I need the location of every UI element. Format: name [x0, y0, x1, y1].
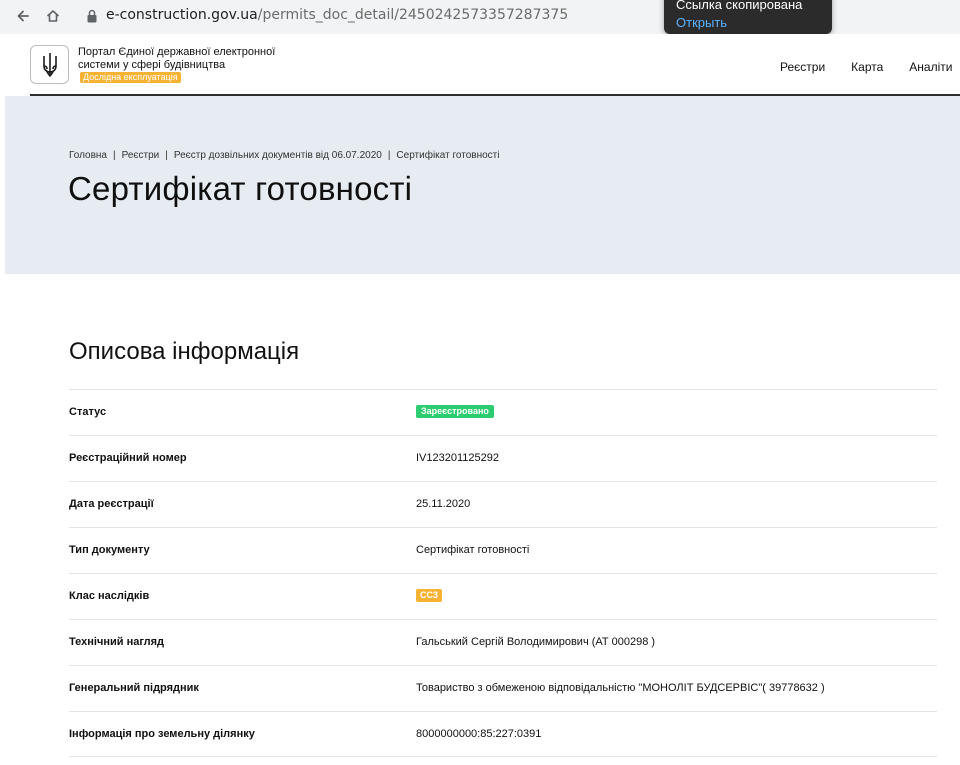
info-label: Генеральний підрядник — [69, 682, 199, 694]
status-badge: Зареєстровано — [416, 405, 494, 418]
trident-emblem-icon — [42, 52, 57, 77]
url-domain: e-construction.gov.ua — [106, 7, 258, 23]
info-value: Сертифікат готовності — [416, 544, 530, 556]
info-label: Реєстраційний номер — [69, 452, 187, 464]
info-row-registration-number: Реєстраційний номер IV123201125292 — [69, 435, 937, 481]
link-copied-toast: Ссылка скопирована Открыть — [664, 0, 832, 34]
info-value: 8000000000:85:227:0391 — [416, 728, 542, 740]
nav-item-analytics[interactable]: Аналіти — [909, 60, 952, 74]
beta-badge: Дослідна експлуатація — [80, 72, 181, 83]
url-path: /permits_doc_detail/2450242573357287375 — [257, 7, 569, 23]
breadcrumb-home[interactable]: Головна — [69, 150, 107, 161]
info-row-consequence-class: Клас наслідків СС3 — [69, 573, 937, 619]
portal-title-text: Портал Єдиної державної електронної сист… — [78, 46, 276, 71]
info-row-status: Статус Зареєстровано — [69, 389, 937, 435]
section-title: Описова інформація — [69, 338, 300, 365]
portal-title[interactable]: Портал Єдиної державної електронної сист… — [78, 46, 278, 85]
toast-title: Ссылка скопирована — [676, 0, 803, 12]
breadcrumb-current: Сертифікат готовності — [396, 150, 500, 161]
back-arrow-icon[interactable] — [14, 7, 32, 25]
info-label: Клас наслідків — [69, 590, 150, 602]
url-input[interactable]: e-construction.gov.ua/permits_doc_detail… — [106, 7, 568, 23]
info-label: Технічний нагляд — [69, 636, 165, 648]
info-label: Дата реєстрації — [69, 498, 154, 510]
breadcrumb-separator: | — [387, 150, 391, 161]
info-row-registration-date: Дата реєстрації 25.11.2020 — [69, 481, 937, 527]
home-icon[interactable] — [44, 7, 62, 25]
page-title: Сертифікат готовності — [68, 170, 413, 207]
info-row-document-type: Тип документу Сертифікат готовності — [69, 527, 937, 573]
breadcrumb: Головна | Реєстри | Реєстр дозвільних до… — [69, 150, 499, 161]
info-label: Тип документу — [69, 544, 150, 556]
nav-item-registries[interactable]: Реєстри — [780, 60, 825, 74]
breadcrumb-separator: | — [113, 150, 116, 161]
info-row-land-plot: Інформація про земельну ділянку 80000000… — [69, 711, 937, 757]
info-label: Інформація про земельну ділянку — [69, 728, 255, 740]
info-row-technical-supervision: Технічний нагляд Гальський Сергій Володи… — [69, 619, 937, 665]
main-nav: Реєстри Карта Аналіти — [780, 60, 952, 74]
info-value: Товариство з обмеженою відповідальністю … — [416, 682, 825, 694]
info-value: 25.11.2020 — [416, 498, 471, 510]
consequence-class-badge: СС3 — [416, 589, 443, 602]
info-row-general-contractor: Генеральний підрядник Товариство з обмеж… — [69, 665, 937, 711]
toast-open-link[interactable]: Открыть — [676, 14, 820, 32]
logo[interactable] — [30, 45, 69, 84]
breadcrumb-separator: | — [165, 150, 168, 161]
lock-icon[interactable] — [86, 8, 98, 24]
breadcrumb-permits-registry[interactable]: Реєстр дозвільних документів від 06.07.2… — [174, 150, 382, 161]
info-table: Статус Зареєстровано Реєстраційний номер… — [69, 389, 937, 757]
breadcrumb-registries[interactable]: Реєстри — [122, 150, 160, 161]
nav-item-map[interactable]: Карта — [851, 60, 883, 74]
info-label: Статус — [69, 406, 107, 418]
info-value: IV123201125292 — [416, 452, 499, 464]
info-value: Гальський Сергій Володимирович (АТ 00029… — [416, 636, 656, 648]
